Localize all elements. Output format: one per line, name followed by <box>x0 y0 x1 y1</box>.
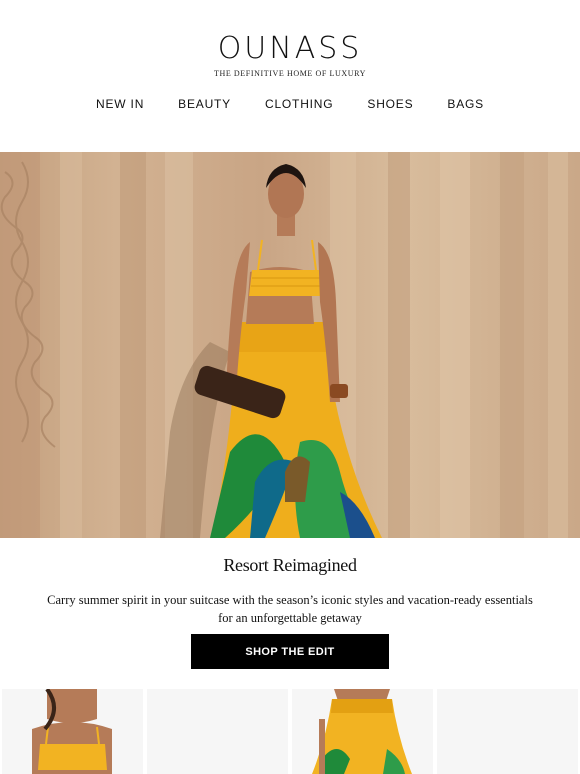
nav-item-shoes[interactable]: SHOES <box>350 97 430 111</box>
product-image <box>2 689 143 774</box>
product-tile-skirt[interactable] <box>292 689 433 774</box>
campaign-body: Carry summer spirit in your suitcase wit… <box>47 593 533 625</box>
nav-item-new-in[interactable]: NEW IN <box>79 97 161 111</box>
nav-item-bags[interactable]: BAGS <box>430 97 501 111</box>
nav-item-clothing[interactable]: CLOTHING <box>248 97 350 111</box>
product-tile-blank[interactable] <box>437 689 578 774</box>
campaign-title: Resort Reimagined <box>223 555 357 575</box>
product-image <box>292 689 433 774</box>
email-header: OUNASS THE DEFINITIVE HOME OF LUXURY NEW… <box>0 0 580 152</box>
brand-tagline: THE DEFINITIVE HOME OF LUXURY <box>213 69 367 78</box>
product-tile-crop-top[interactable] <box>2 689 143 774</box>
ounass-logo[interactable]: OUNASS <box>0 32 580 66</box>
hero-image[interactable] <box>0 152 580 538</box>
main-nav: NEW IN BEAUTY CLOTHING SHOES BAGS <box>0 97 580 111</box>
hero-illustration <box>0 152 568 538</box>
product-grid <box>0 689 580 774</box>
product-tile-blank[interactable] <box>147 689 288 774</box>
shop-the-edit-button[interactable]: SHOP THE EDIT <box>191 634 389 669</box>
nav-item-beauty[interactable]: BEAUTY <box>161 97 248 111</box>
